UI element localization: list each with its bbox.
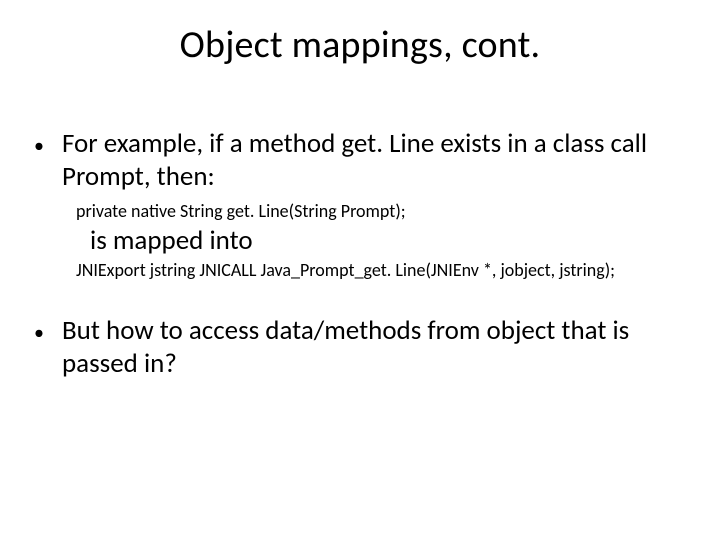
bullet-item-2: • But how to access data/methods from ob… xyxy=(34,315,686,381)
bullet-text-1: For example, if a method get. Line exist… xyxy=(62,128,686,194)
c-code-line: JNIExport jstring JNICALL Java_Prompt_ge… xyxy=(76,259,686,281)
bullet-item-1: • For example, if a method get. Line exi… xyxy=(34,128,686,281)
mapped-into-label: is mapped into xyxy=(90,224,686,257)
bullet-text-2: But how to access data/methods from obje… xyxy=(62,315,686,381)
bullet-marker: • xyxy=(34,315,62,345)
java-code-line: private native String get. Line(String P… xyxy=(76,200,686,222)
bullet-marker: • xyxy=(34,128,62,158)
slide-title: Object mappings, cont. xyxy=(34,22,686,68)
